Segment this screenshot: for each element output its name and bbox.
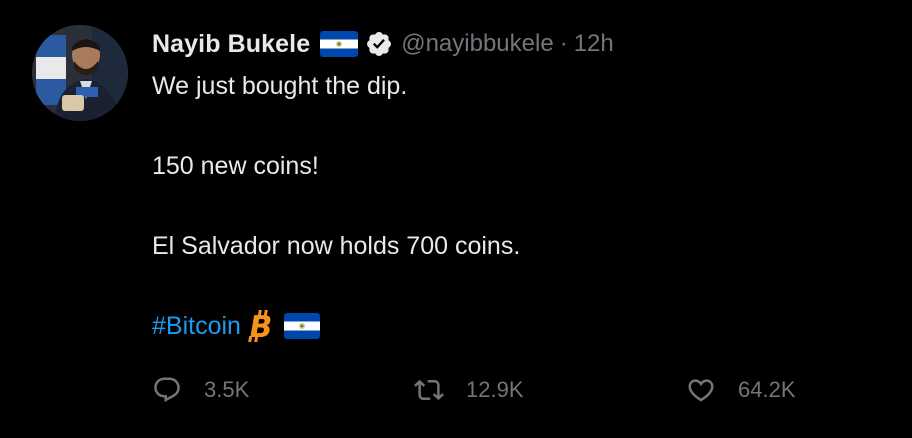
hashtag-link[interactable]: #Bitcoin — [152, 306, 241, 346]
el-salvador-flag-icon — [320, 31, 359, 57]
reply-count: 3.5K — [204, 377, 250, 402]
tweet-content: Nayib Bukele @nayibbukele · 12h We just … — [152, 24, 892, 346]
tweet-actions: 3.5K 12.9K 64.2K — [152, 372, 892, 408]
display-name[interactable]: Nayib Bukele — [152, 30, 310, 59]
tweet-card[interactable]: Nayib Bukele @nayibbukele · 12h We just … — [0, 0, 912, 438]
handle[interactable]: @nayibbukele — [401, 30, 553, 58]
separator-dot: · — [559, 30, 568, 57]
bitcoin-icon: B — [245, 309, 275, 343]
tweet-line: 150 new coins! — [152, 152, 319, 180]
tweet-line: El Salvador now holds 700 coins. — [152, 232, 521, 260]
hashtag-line: #Bitcoin B — [152, 306, 892, 346]
avatar[interactable] — [32, 25, 128, 121]
tweet-text: We just bought the dip. 150 new coins! E… — [152, 66, 892, 346]
like-button[interactable]: 64.2K — [686, 372, 796, 408]
reply-button[interactable]: 3.5K — [152, 372, 249, 408]
verified-badge-icon — [365, 30, 393, 58]
like-heart-icon — [686, 375, 716, 405]
reply-icon — [152, 375, 182, 405]
retweet-icon — [414, 375, 444, 405]
tweet-header: Nayib Bukele @nayibbukele · 12h — [152, 24, 892, 64]
retweet-button[interactable]: 12.9K — [414, 372, 524, 408]
timestamp[interactable]: 12h — [574, 30, 614, 58]
el-salvador-flag-icon — [283, 313, 320, 339]
tweet-line: We just bought the dip. — [152, 72, 408, 100]
like-count: 64.2K — [738, 377, 796, 402]
retweet-count: 12.9K — [466, 377, 524, 402]
